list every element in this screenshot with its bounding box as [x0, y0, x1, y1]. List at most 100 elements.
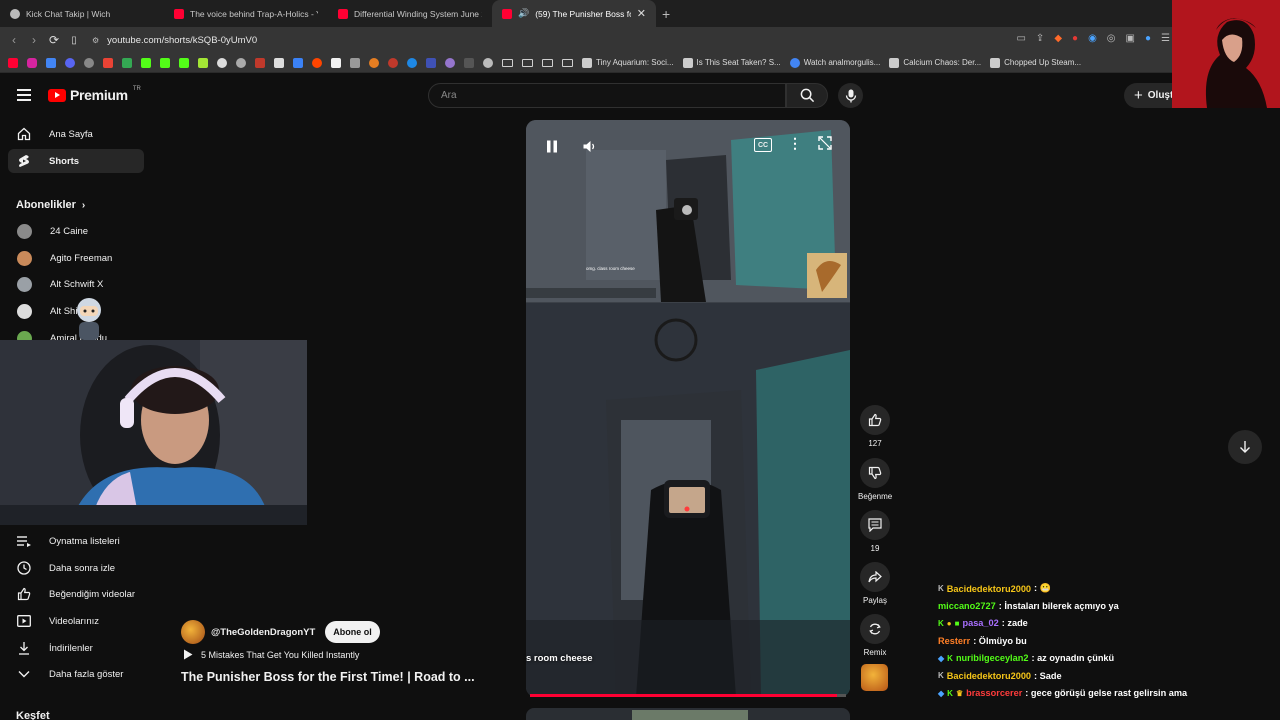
new-tab-icon[interactable]: +: [662, 6, 670, 22]
bookmark-favicon-icon[interactable]: [160, 57, 170, 68]
bookmark-favicon-icon[interactable]: [198, 57, 208, 68]
search-button[interactable]: [786, 83, 828, 108]
bookmark-favicon-icon[interactable]: [369, 57, 379, 68]
bookmark-favicon-icon[interactable]: [388, 57, 398, 68]
bookmark-favicon-icon[interactable]: [46, 57, 56, 68]
bookmark-favicon-icon[interactable]: [122, 57, 132, 68]
dislike-button-circle[interactable]: [860, 458, 890, 488]
playlist-link[interactable]: 5 Mistakes That Get You Killed Instantly: [183, 649, 359, 660]
short-title[interactable]: The Punisher Boss for the First Time! | …: [181, 670, 481, 684]
like-button[interactable]: 127: [858, 405, 892, 448]
bookmark-favicon-icon[interactable]: [236, 57, 246, 68]
video-progress-bar[interactable]: [530, 694, 846, 697]
extension-icon[interactable]: ◉: [1088, 33, 1097, 44]
like-button-circle[interactable]: [860, 405, 890, 435]
browser-tab[interactable]: Differential Winding System June 20: [328, 0, 492, 27]
sidebar-subscription[interactable]: 24 Caine: [8, 219, 144, 243]
search-input[interactable]: Ara: [428, 83, 786, 108]
extension-icon[interactable]: ●: [1145, 33, 1151, 44]
fullscreen-button[interactable]: [818, 136, 832, 155]
forward-icon[interactable]: ›: [24, 33, 44, 47]
bookmark-favicon-icon[interactable]: [426, 57, 436, 68]
sidebar-item-liked-videos[interactable]: Beğendiğim videolar: [8, 582, 144, 606]
audio-playing-icon[interactable]: 🔊: [518, 8, 529, 19]
back-icon[interactable]: ‹: [4, 33, 24, 47]
bookmark-favicon-icon[interactable]: [255, 57, 265, 68]
bookmark-favicon-icon[interactable]: [141, 57, 151, 68]
bookmark-link[interactable]: Calcium Chaos: Der...: [889, 57, 981, 68]
shorts-video-player[interactable]: omg. class room cheese CC ⋮: [526, 120, 850, 697]
address-bar[interactable]: ⚙ youtube.com/shorts/kSQB-0yUmV0: [92, 35, 257, 46]
comments-button-circle[interactable]: [860, 510, 890, 540]
bookmark-favicon-icon[interactable]: [464, 57, 474, 68]
extension-icon[interactable]: ☰: [1161, 33, 1170, 44]
bookmark-favicon-icon[interactable]: [274, 57, 284, 68]
share-button-circle[interactable]: [860, 562, 890, 592]
sidebar-subscription[interactable]: Alt Schwift X: [8, 272, 144, 296]
bookmark-link[interactable]: Tiny Aquarium: Soci...: [582, 57, 674, 68]
bookmark-favicon-icon[interactable]: [293, 57, 303, 68]
extension-icon[interactable]: ●: [1072, 33, 1078, 44]
sidebar-explore-heading[interactable]: Keşfet: [16, 710, 50, 720]
bookmark-favicon-icon[interactable]: [445, 57, 455, 68]
next-short-button[interactable]: [1228, 430, 1262, 464]
bookmark-favicon-icon[interactable]: [65, 57, 75, 68]
sidebar-item-home[interactable]: Ana Sayfa: [8, 122, 144, 146]
reload-icon[interactable]: ⟳: [44, 33, 64, 47]
channel-name[interactable]: @TheGoldenDragonYT: [211, 627, 315, 638]
sound-thumbnail[interactable]: [861, 664, 888, 691]
captions-icon[interactable]: CC: [754, 138, 772, 152]
pause-button[interactable]: [540, 136, 564, 156]
browser-tab[interactable]: Kick Chat Takip | Wich: [0, 0, 164, 27]
bookmark-favicon-icon[interactable]: [27, 57, 37, 68]
site-info-icon[interactable]: ⚙: [92, 36, 99, 45]
bookmark-favicon-icon[interactable]: [312, 57, 322, 68]
subscribe-button[interactable]: Abone ol: [325, 621, 380, 643]
folder-icon[interactable]: [502, 58, 513, 67]
bookmark-icon[interactable]: ▯: [64, 35, 84, 46]
sidebar-subscriptions-heading[interactable]: Abonelikler ›: [16, 199, 85, 211]
brave-shield-icon[interactable]: ◆: [1054, 33, 1062, 44]
sidebar-item-your-videos[interactable]: Videolarınız: [8, 609, 144, 633]
bookmark-favicon-icon[interactable]: [217, 57, 227, 68]
sidebar-item-downloads[interactable]: İndirilenler: [8, 636, 144, 660]
bookmark-favicon-icon[interactable]: [103, 57, 113, 68]
sidebar-item-show-more[interactable]: Daha fazla göster: [8, 662, 144, 686]
bookmark-favicon-icon[interactable]: [407, 57, 417, 68]
folder-icon[interactable]: [542, 58, 553, 67]
bookmark-link[interactable]: Chopped Up Steam...: [990, 57, 1081, 68]
bookmark-favicon-icon[interactable]: [331, 57, 341, 68]
more-options-icon[interactable]: ⋮: [788, 135, 802, 152]
share-button[interactable]: Paylaş: [858, 562, 892, 605]
browser-tab[interactable]: The voice behind Trap-A-Holics - You: [164, 0, 328, 27]
dislike-button[interactable]: Beğenme: [858, 458, 892, 501]
bookmark-favicon-icon[interactable]: [483, 57, 493, 68]
remix-button-circle[interactable]: [860, 614, 890, 644]
sidebar-item-playlists[interactable]: Oynatma listeleri: [8, 529, 144, 553]
browser-tab-active[interactable]: 🔊 (59) The Punisher Boss for the ✕: [492, 0, 656, 27]
share-icon[interactable]: ⇪: [1036, 33, 1044, 44]
bookmark-link[interactable]: Is This Seat Taken? S...: [682, 57, 781, 68]
sidebar-subscription[interactable]: Agito Freeman: [8, 246, 144, 270]
bookmark-favicon-icon[interactable]: [350, 57, 360, 68]
youtube-logo[interactable]: Premium TR: [48, 86, 141, 103]
bookmark-favicon-icon[interactable]: [8, 57, 18, 68]
menu-icon[interactable]: [17, 89, 31, 104]
extension-icon[interactable]: ▣: [1126, 33, 1135, 44]
next-short-preview[interactable]: [526, 708, 850, 720]
folder-icon[interactable]: [522, 58, 533, 67]
folder-icon[interactable]: [562, 58, 573, 67]
comments-button[interactable]: 19: [858, 510, 892, 553]
channel-avatar[interactable]: [181, 620, 205, 644]
close-tab-icon[interactable]: ✕: [637, 7, 646, 20]
remix-button[interactable]: Remix: [858, 614, 892, 657]
sidebar-item-watch-later[interactable]: Daha sonra izle: [8, 556, 144, 580]
extension-icon[interactable]: ◎: [1107, 33, 1116, 44]
bookmark-link[interactable]: Watch analmorgulis...: [789, 57, 880, 68]
sidebar-item-shorts[interactable]: Shorts: [8, 149, 144, 173]
voice-search-button[interactable]: [838, 83, 863, 108]
bookmark-favicon-icon[interactable]: [179, 57, 189, 68]
bookmark-favicon-icon[interactable]: [84, 57, 94, 68]
cast-icon[interactable]: ▭: [1016, 33, 1025, 44]
volume-button[interactable]: [578, 136, 602, 156]
